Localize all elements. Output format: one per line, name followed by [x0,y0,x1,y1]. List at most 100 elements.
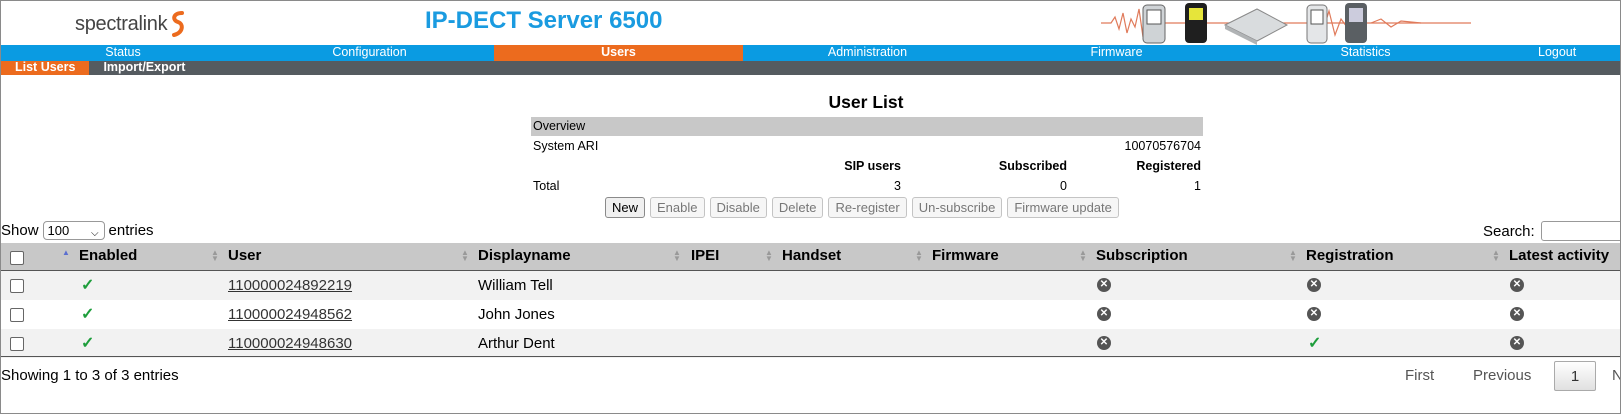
table-row[interactable]: ✓ 110000024948630 Arthur Dent ✕ ✓ ✕ [1,329,1620,358]
col-user[interactable]: User [228,243,261,270]
row-checkbox[interactable] [10,279,24,293]
header: spectralink IP-DECT Server 6500 [1,1,1620,45]
pagination: First Previous 1 Next [1,361,1620,391]
x-circle-icon: ✕ [1307,278,1321,292]
nav-administration[interactable]: Administration [743,45,992,61]
entries-select[interactable]: 100 ⌵ [42,221,105,240]
spectralink-mark-icon [172,11,185,37]
user-link[interactable]: 110000024948630 [228,329,352,358]
table-header: ▲ Enabled ▲ ▼ User ▲ ▼ Displayname ▲ ▼ IPEI… [1,243,1620,271]
nav-users[interactable]: Users [494,45,743,61]
total-label: Total [533,179,560,193]
col-registered: Registered [1136,159,1201,173]
sort-icon: ▲ ▼ [765,248,773,263]
check-icon: ✓ [81,335,95,352]
logo-text: spectralink [75,12,168,35]
table-row[interactable]: ✓ 110000024892219 William Tell ✕ ✕ ✕ [1,271,1620,300]
first-page-button[interactable]: First [1405,361,1434,391]
select-all-checkbox[interactable] [10,251,24,265]
unsubscribe-button[interactable]: Un-subscribe [911,197,1003,218]
check-icon: ✓ [81,306,95,323]
page-title: User List [828,92,904,112]
col-sip-users: SIP users [844,159,901,173]
firmware-update-button[interactable]: Firmware update [1007,197,1119,218]
overview-column-headers: SIP users Subscribed Registered [531,156,1203,176]
chevron-down-icon: ⌵ [90,228,99,239]
x-circle-icon: ✕ [1097,336,1111,350]
sort-icon: ▲ ▼ [1492,248,1500,263]
col-handset[interactable]: Handset [782,243,841,270]
action-buttons: New Enable Disable Delete Re-register Un… [605,197,1119,218]
displayname-cell: William Tell [478,277,553,294]
x-circle-icon: ✕ [1307,307,1321,321]
nav-logout[interactable]: Logout [1490,45,1620,61]
new-button[interactable]: New [605,197,646,218]
system-ari-label: System ARI [533,139,599,153]
col-displayname[interactable]: Displayname [478,243,571,270]
sort-asc-icon: ▲ [62,248,70,257]
nav-statistics[interactable]: Statistics [1241,45,1490,61]
next-page-button[interactable]: Next [1612,361,1620,391]
x-circle-icon: ✕ [1097,278,1111,292]
sort-icon: ▲ ▼ [211,248,219,263]
search-control: Search: [1483,221,1620,241]
sort-icon: ▲ ▼ [1079,248,1087,263]
overview-table: Overview System ARI 10070576704 SIP user… [531,117,1203,196]
user-link[interactable]: 110000024948562 [228,300,352,329]
delete-button[interactable]: Delete [771,197,824,218]
subnav-list-users[interactable]: List Users [1,61,90,75]
search-input[interactable] [1540,221,1620,241]
logo: spectralink [75,11,187,37]
nav-configuration[interactable]: Configuration [245,45,494,61]
total-subscribed: 0 [1060,179,1067,193]
search-label: Search: [1483,222,1535,240]
col-subscribed: Subscribed [998,159,1067,173]
subnav-import-export[interactable]: Import/Export [89,61,199,75]
nav-firmware[interactable]: Firmware [992,45,1241,61]
x-circle-icon: ✕ [1510,278,1524,292]
col-registration[interactable]: Registration [1306,243,1394,270]
system-ari-row: System ARI 10070576704 [531,136,1203,156]
select-all-cell [1,243,61,270]
users-table: ▲ Enabled ▲ ▼ User ▲ ▼ Displayname ▲ ▼ IPEI… [1,243,1620,358]
col-enabled[interactable]: Enabled [79,243,137,270]
sort-icon: ▲ ▼ [673,248,681,263]
total-row: Total 3 0 1 [531,176,1203,196]
check-icon: ✓ [81,277,95,294]
total-registered: 1 [1194,179,1201,193]
show-label: Show [1,222,39,239]
displayname-cell: John Jones [478,306,555,323]
x-circle-icon: ✕ [1510,307,1524,321]
displayname-cell: Arthur Dent [478,335,555,352]
reregister-button[interactable]: Re-register [828,197,907,218]
system-ari-value: 10070576704 [1124,139,1201,153]
product-title: IP-DECT Server 6500 [425,7,663,34]
row-checkbox[interactable] [10,337,24,351]
sort-icon: ▲ ▼ [461,248,469,263]
entries-length-control: Show 100 ⌵ entries [1,221,154,240]
row-checkbox[interactable] [10,308,24,322]
col-firmware[interactable]: Firmware [932,243,999,270]
sort-icon: ▲ ▼ [915,248,923,263]
table-bottom-border [1,356,1620,357]
enable-button[interactable]: Enable [650,197,705,218]
total-sip-users: 3 [894,179,901,193]
table-row[interactable]: ✓ 110000024948562 John Jones ✕ ✕ ✕ [1,300,1620,329]
main-nav: Status Configuration Users Administratio… [1,45,1620,61]
user-link[interactable]: 110000024892219 [228,271,352,300]
col-subscription[interactable]: Subscription [1096,243,1188,270]
x-circle-icon: ✕ [1510,336,1524,350]
previous-page-button[interactable]: Previous [1473,361,1531,391]
x-circle-icon: ✕ [1097,307,1111,321]
entries-label: entries [108,222,154,239]
overview-heading: Overview [531,117,1203,136]
col-ipei[interactable]: IPEI [691,243,719,270]
disable-button[interactable]: Disable [709,197,767,218]
current-page-button[interactable]: 1 [1554,361,1596,391]
sub-nav: List Users Import/Export [1,61,1620,75]
nav-status[interactable]: Status [1,45,245,61]
app-window: spectralink IP-DECT Server 6500 Status C… [0,0,1621,414]
col-latest-activity[interactable]: Latest activity [1509,243,1609,270]
entries-select-value: 100 [47,223,70,238]
sort-icon: ▲ ▼ [1289,248,1297,263]
